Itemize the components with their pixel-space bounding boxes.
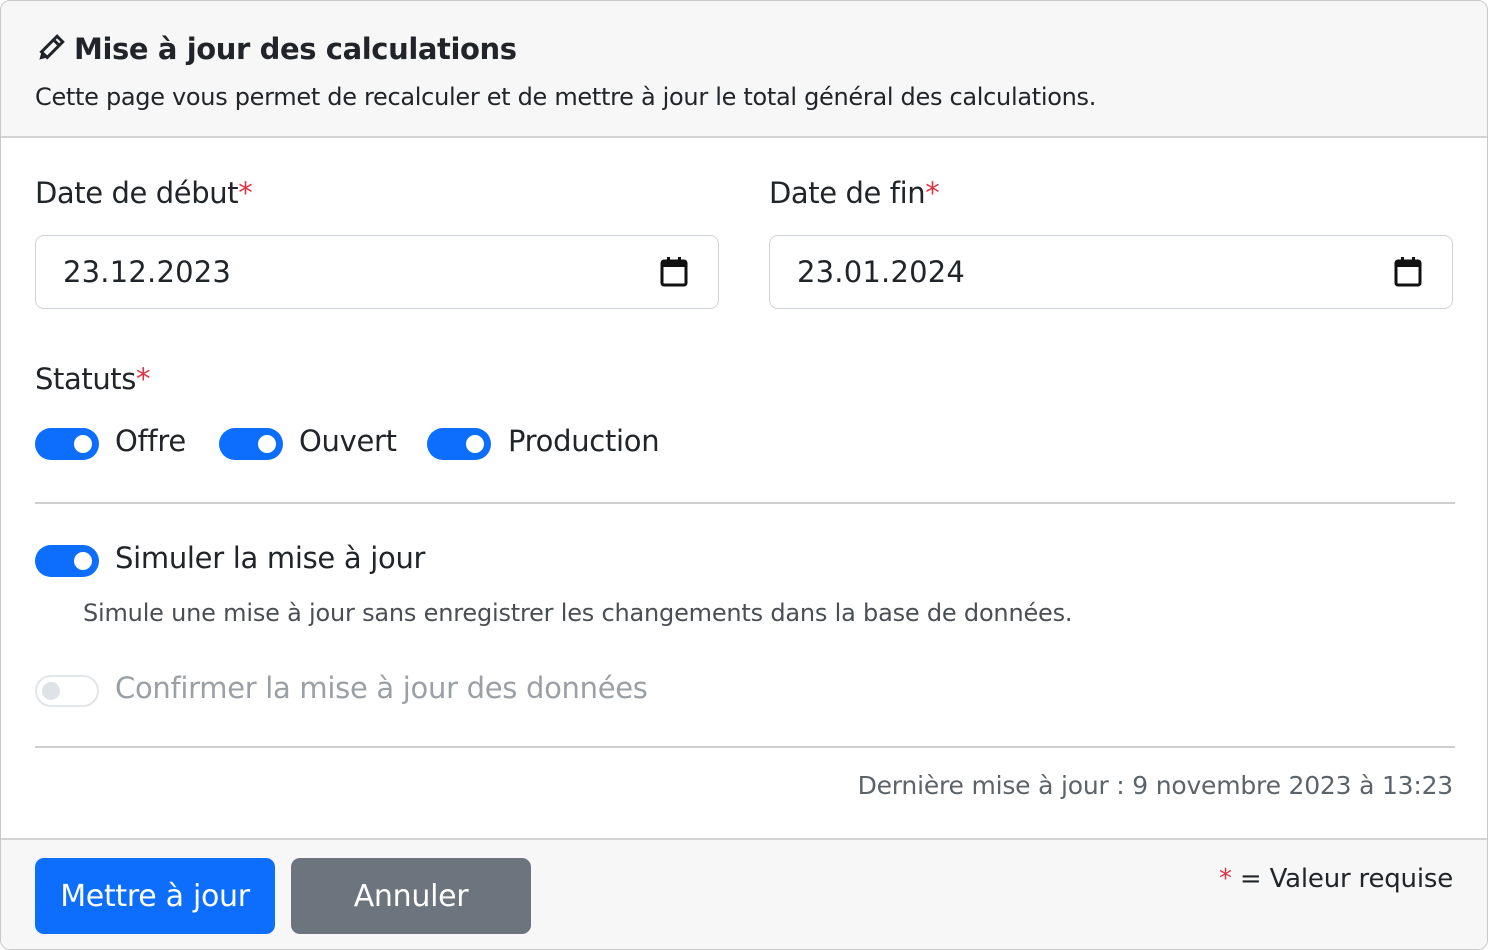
simulate-help-text: Simule une mise à jour sans enregistrer … bbox=[83, 599, 1073, 627]
status-ouvert-toggle[interactable] bbox=[219, 428, 283, 460]
calendar-icon[interactable] bbox=[1394, 257, 1422, 287]
required-note: * = Valeur requise bbox=[1219, 864, 1453, 894]
start-date-input[interactable]: 23.12.2023 bbox=[35, 235, 719, 309]
required-note-text: = Valeur requise bbox=[1231, 864, 1453, 894]
confirm-toggle[interactable] bbox=[35, 675, 99, 707]
end-date-value: 23.01.2024 bbox=[797, 255, 966, 289]
status-offre-label[interactable]: Offre bbox=[115, 424, 186, 458]
simulate-toggle[interactable] bbox=[35, 545, 99, 577]
required-marker: * bbox=[135, 362, 151, 396]
toggle-knob bbox=[74, 552, 92, 570]
page-title: Mise à jour des calculations bbox=[34, 27, 517, 71]
toggle-knob bbox=[42, 682, 60, 700]
status-production-label[interactable]: Production bbox=[508, 424, 660, 458]
update-button[interactable]: Mettre à jour bbox=[35, 858, 275, 934]
page-subtitle: Cette page vous permet de recalculer et … bbox=[35, 83, 1097, 111]
toggle-knob bbox=[74, 435, 92, 453]
divider bbox=[35, 502, 1455, 504]
status-production-toggle[interactable] bbox=[427, 428, 491, 460]
pencil-icon bbox=[34, 33, 66, 65]
confirm-label: Confirmer la mise à jour des données bbox=[115, 671, 648, 705]
required-marker: * bbox=[1219, 864, 1232, 894]
statuses-label: Statuts* bbox=[35, 362, 150, 396]
card-header: Mise à jour des calculations Cette page … bbox=[1, 1, 1487, 138]
calendar-icon[interactable] bbox=[660, 257, 688, 287]
end-date-label-text: Date de fin bbox=[769, 176, 926, 210]
start-date-label: Date de début* bbox=[35, 176, 253, 210]
statuses-label-text: Statuts bbox=[35, 362, 136, 396]
cancel-button[interactable]: Annuler bbox=[291, 858, 531, 934]
toggle-knob bbox=[466, 435, 484, 453]
toggle-knob bbox=[258, 435, 276, 453]
end-date-input[interactable]: 23.01.2024 bbox=[769, 235, 1453, 309]
divider bbox=[35, 746, 1455, 748]
card-footer: Mettre à jour Annuler * = Valeur requise bbox=[1, 838, 1487, 949]
required-marker: * bbox=[238, 176, 253, 210]
simulate-label[interactable]: Simuler la mise à jour bbox=[115, 541, 425, 575]
last-update-text: Dernière mise à jour : 9 novembre 2023 à… bbox=[857, 771, 1454, 800]
status-offre-toggle[interactable] bbox=[35, 428, 99, 460]
end-date-label: Date de fin* bbox=[769, 176, 940, 210]
title-text: Mise à jour des calculations bbox=[74, 32, 517, 66]
update-calculations-card: Mise à jour des calculations Cette page … bbox=[0, 0, 1488, 950]
start-date-value: 23.12.2023 bbox=[63, 255, 232, 289]
required-marker: * bbox=[925, 176, 940, 210]
start-date-label-text: Date de début bbox=[35, 176, 239, 210]
status-ouvert-label[interactable]: Ouvert bbox=[299, 424, 397, 458]
